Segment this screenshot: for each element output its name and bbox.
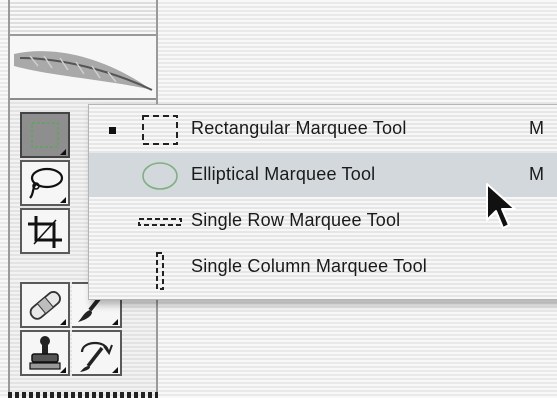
clone-stamp-tool-button[interactable] <box>20 330 70 376</box>
more-tools-indicator <box>112 367 118 373</box>
menu-item-label: Elliptical Marquee Tool <box>191 164 376 184</box>
more-tools-indicator <box>60 319 66 325</box>
feather-icon <box>14 51 153 91</box>
mouse-pointer-icon <box>486 183 516 229</box>
more-tools-indicator <box>60 149 66 155</box>
lasso-tool-button[interactable] <box>20 160 70 206</box>
palette-logo <box>10 36 156 100</box>
healing-brush-tool-button[interactable] <box>20 282 70 328</box>
menu-item-label: Rectangular Marquee Tool <box>191 118 407 138</box>
more-tools-indicator <box>60 367 66 373</box>
palette-title-bar[interactable] <box>10 0 156 36</box>
menu-item-single-column-marquee[interactable]: Single Column Marquee Tool <box>89 245 557 290</box>
more-tools-indicator <box>112 319 118 325</box>
palette-bottom-edge <box>8 392 158 398</box>
rectangular-marquee-icon <box>142 115 178 145</box>
single-row-marquee-icon <box>138 218 182 226</box>
single-column-marquee-icon <box>156 252 164 290</box>
menu-item-shortcut: M <box>529 164 544 184</box>
menu-item-shortcut: M <box>529 118 544 138</box>
history-brush-tool-button[interactable] <box>72 330 122 376</box>
menu-item-label: Single Column Marquee Tool <box>191 256 428 276</box>
crop-icon <box>28 216 62 248</box>
selected-bullet-icon <box>109 127 116 134</box>
more-tools-indicator <box>60 197 66 203</box>
crop-tool-button[interactable] <box>20 208 70 254</box>
menu-item-label: Single Row Marquee Tool <box>191 210 401 230</box>
marquee-tool-button[interactable] <box>20 112 70 158</box>
elliptical-marquee-icon <box>142 162 178 190</box>
menu-item-rectangular-marquee[interactable]: Rectangular Marquee Tool M <box>89 107 557 151</box>
